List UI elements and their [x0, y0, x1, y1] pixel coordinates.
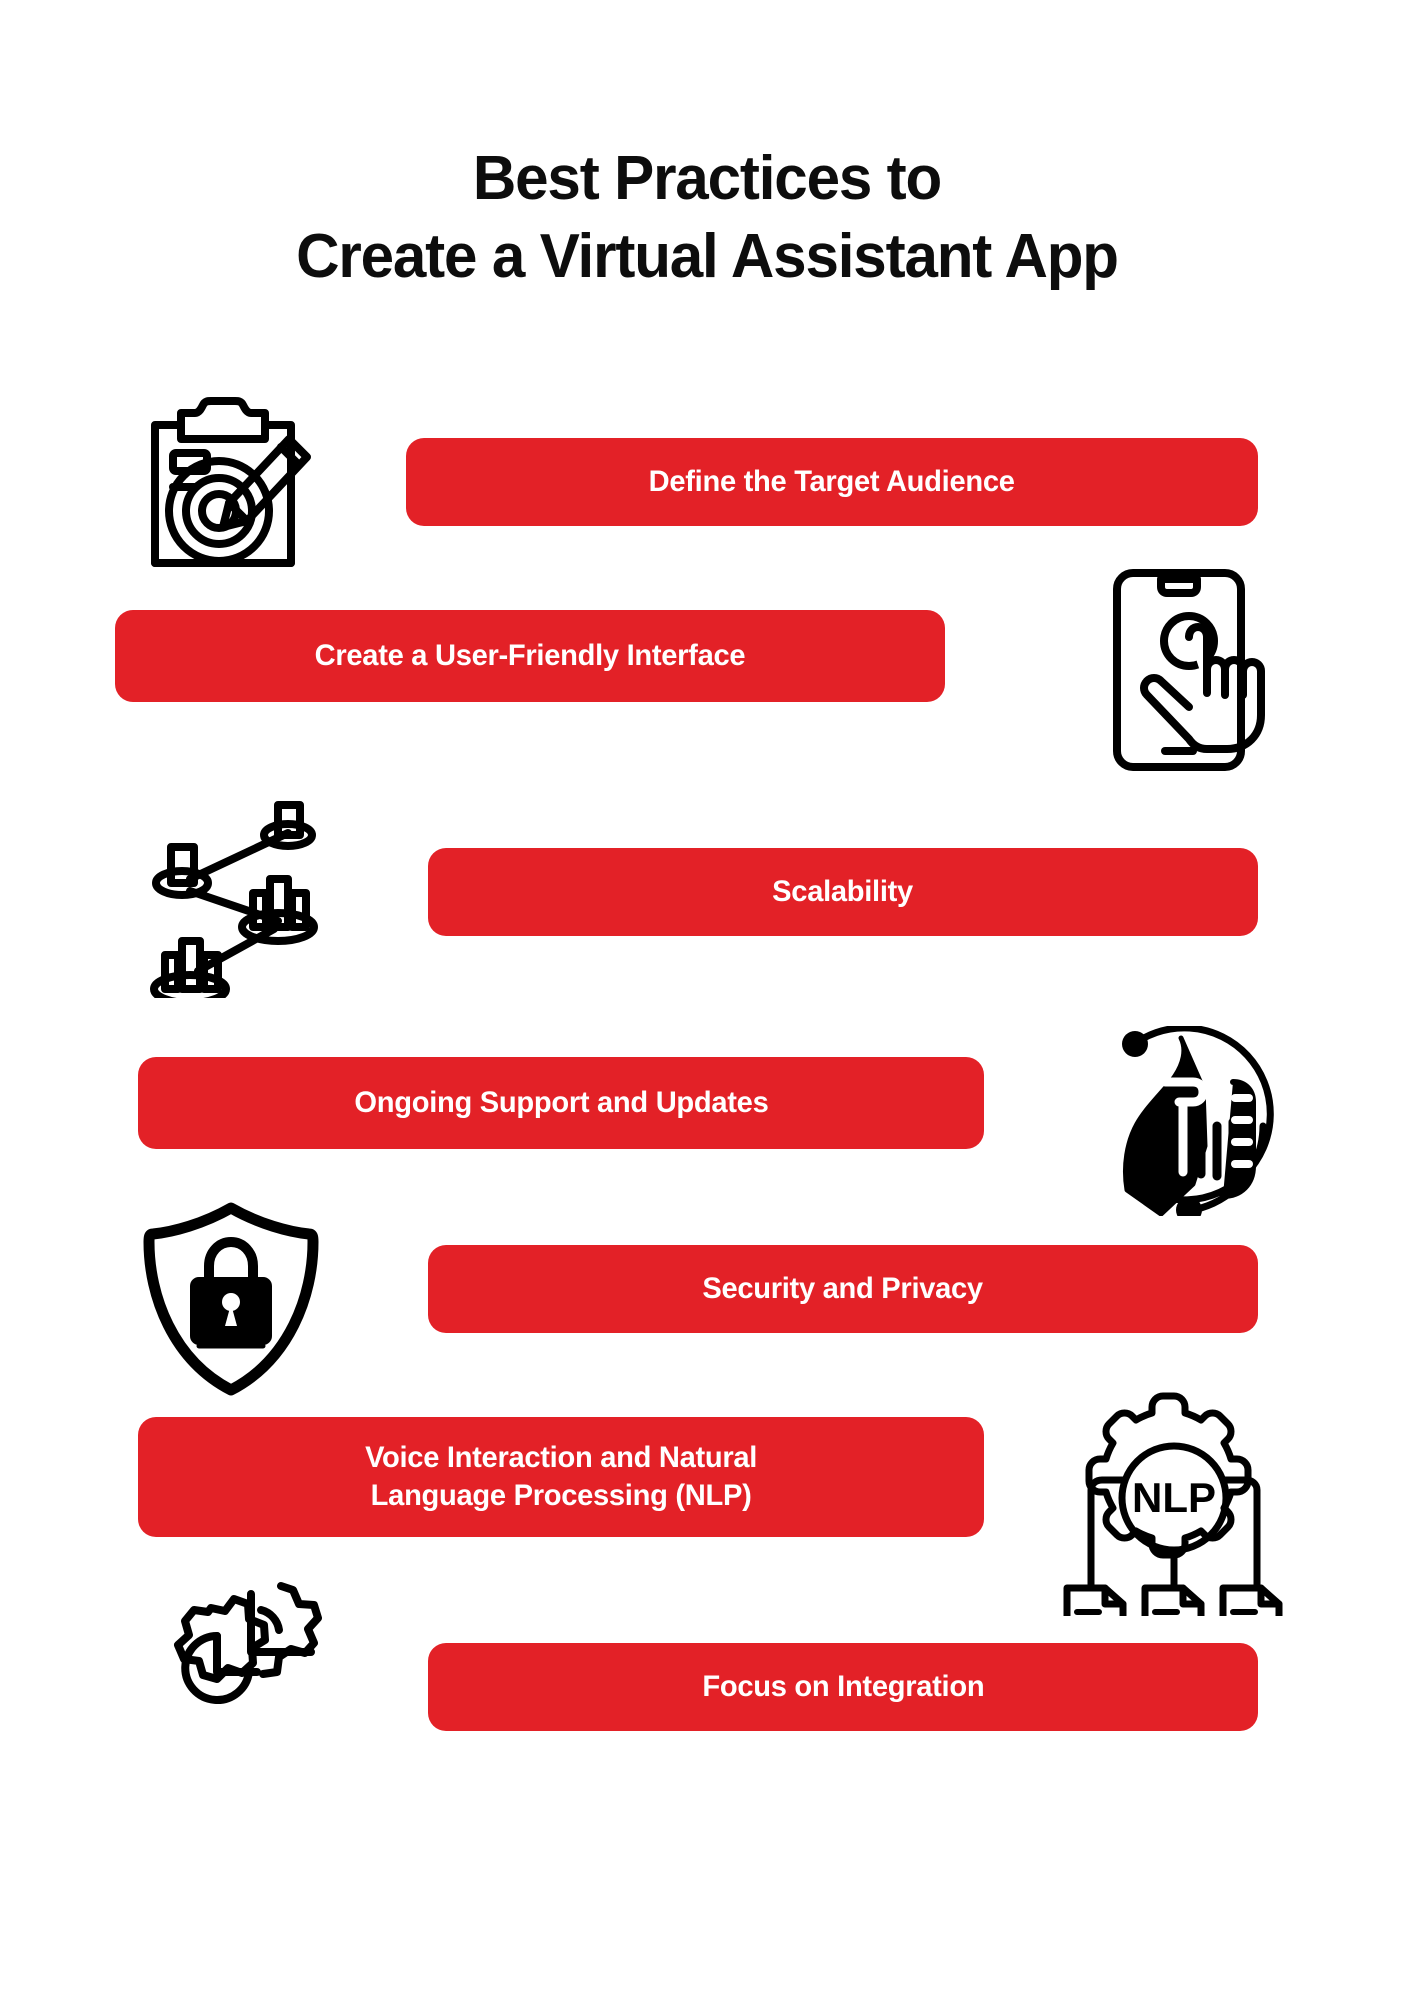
clipboard-target-pencil-icon	[128, 390, 318, 580]
practice-row-5: Security and Privacy	[0, 1202, 1414, 1405]
practice-pill-7[interactable]: Focus on Integration	[428, 1643, 1258, 1731]
practice-row-4: Ongoing Support and Updates	[0, 1005, 1414, 1216]
practice-label-1: Define the Target Audience	[649, 465, 1015, 498]
smartphone-touch-icon	[1098, 560, 1288, 780]
practice-pill-5[interactable]: Security and Privacy	[428, 1245, 1258, 1333]
page-title: Best Practices to Create a Virtual Assis…	[0, 140, 1414, 296]
practice-pill-4[interactable]: Ongoing Support and Updates	[138, 1057, 984, 1149]
practice-row-2: Create a User-Friendly Interface	[0, 569, 1414, 790]
nlp-gear-label: NLP	[1132, 1474, 1216, 1521]
practice-pill-6[interactable]: Voice Interaction and Natural Language P…	[138, 1417, 984, 1537]
practices-list: Define the Target Audience Create a User…	[0, 390, 1414, 1805]
practice-pill-2[interactable]: Create a User-Friendly Interface	[115, 610, 945, 702]
page-title-line-1: Best Practices to	[472, 144, 942, 213]
nlp-gear-documents-icon: NLP	[1058, 1387, 1290, 1619]
infographic-page: Best Practices to Create a Virtual Assis…	[0, 0, 1414, 2000]
practice-row-3: Scalability	[0, 790, 1414, 1005]
interlocking-gears-icon	[128, 1575, 338, 1785]
server-network-icon	[136, 790, 336, 1000]
practice-label-3: Scalability	[772, 875, 914, 908]
practice-label-6: Voice Interaction and Natural Language P…	[364, 1441, 758, 1512]
practice-pill-1[interactable]: Define the Target Audience	[406, 438, 1258, 526]
practice-row-7: Focus on Integration	[0, 1582, 1414, 1805]
practice-label-4: Ongoing Support and Updates	[353, 1086, 769, 1119]
handshake-support-icon	[1076, 1021, 1290, 1221]
practice-label-5: Security and Privacy	[702, 1272, 984, 1305]
page-title-line-2: Create a Virtual Assistant App	[296, 222, 1119, 291]
practice-label-7: Focus on Integration	[702, 1670, 984, 1703]
practice-label-2: Create a User-Friendly Interface	[314, 639, 746, 672]
practice-pill-3[interactable]: Scalability	[428, 848, 1258, 936]
shield-lock-icon	[136, 1195, 326, 1400]
